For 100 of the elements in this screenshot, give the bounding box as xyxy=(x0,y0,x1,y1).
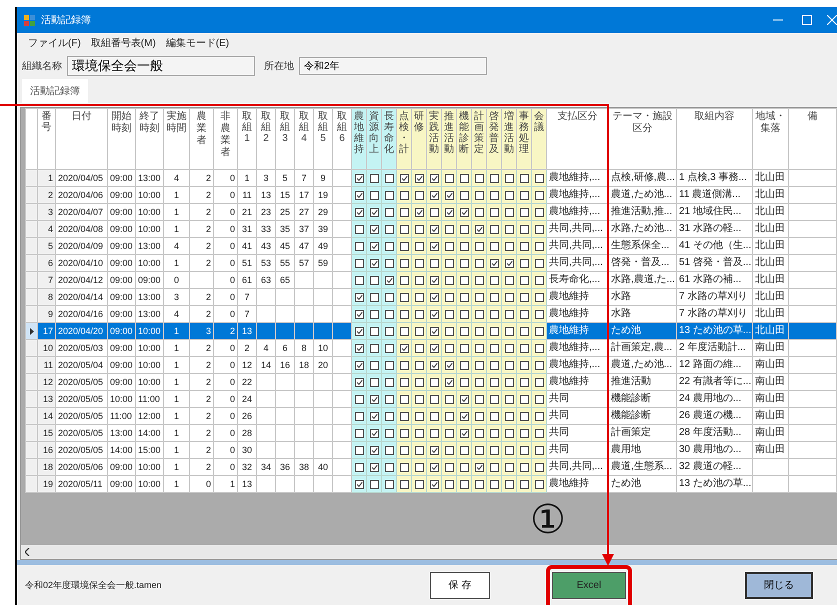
checkbox[interactable] xyxy=(444,463,454,472)
checkbox[interactable] xyxy=(370,327,378,336)
checkbox[interactable] xyxy=(354,208,364,218)
close-window-button[interactable]: 閉じる xyxy=(745,572,813,598)
excel-button[interactable]: Excel xyxy=(552,572,626,598)
checkbox[interactable] xyxy=(430,327,438,336)
checkbox[interactable] xyxy=(384,429,394,438)
checkbox[interactable] xyxy=(460,242,468,252)
checkbox[interactable] xyxy=(414,225,424,234)
checkbox[interactable] xyxy=(430,225,438,234)
checkbox[interactable] xyxy=(504,293,514,302)
checkbox[interactable] xyxy=(460,344,468,354)
checkbox[interactable] xyxy=(354,327,364,336)
checkbox[interactable] xyxy=(444,480,454,490)
checkbox[interactable] xyxy=(354,344,364,354)
checkbox[interactable] xyxy=(354,259,364,268)
checkbox[interactable] xyxy=(414,327,424,336)
checkbox[interactable] xyxy=(430,259,438,268)
checkbox[interactable] xyxy=(490,259,498,268)
checkbox[interactable] xyxy=(430,446,438,456)
checkbox[interactable] xyxy=(354,412,364,422)
checkbox[interactable] xyxy=(534,463,544,472)
row-header[interactable] xyxy=(26,322,38,340)
checkbox[interactable] xyxy=(444,429,454,438)
checkbox[interactable] xyxy=(430,344,438,354)
checkbox[interactable] xyxy=(430,412,438,422)
checkbox[interactable] xyxy=(474,344,484,354)
checkbox[interactable] xyxy=(504,327,514,336)
checkbox[interactable] xyxy=(370,225,378,234)
checkbox[interactable] xyxy=(400,191,408,200)
checkbox[interactable] xyxy=(490,191,498,200)
checkbox[interactable] xyxy=(354,361,364,370)
checkbox[interactable] xyxy=(414,344,424,354)
checkbox[interactable] xyxy=(384,361,394,370)
checkbox[interactable] xyxy=(490,293,498,302)
checkbox[interactable] xyxy=(370,259,378,268)
checkbox[interactable] xyxy=(354,293,364,302)
checkbox[interactable] xyxy=(384,276,394,286)
checkbox[interactable] xyxy=(370,310,378,320)
checkbox[interactable] xyxy=(474,463,484,472)
checkbox[interactable] xyxy=(444,395,454,404)
menu-item[interactable]: 取組番号表(M) xyxy=(86,36,161,50)
checkbox[interactable] xyxy=(370,412,378,422)
checkbox[interactable] xyxy=(474,395,484,404)
checkbox[interactable] xyxy=(430,191,438,200)
checkbox[interactable] xyxy=(414,242,424,252)
checkbox[interactable] xyxy=(370,429,378,438)
checkbox[interactable] xyxy=(520,463,528,472)
checkbox[interactable] xyxy=(534,327,544,336)
checkbox[interactable] xyxy=(490,361,498,370)
checkbox[interactable] xyxy=(354,310,364,320)
checkbox[interactable] xyxy=(504,395,514,404)
checkbox[interactable] xyxy=(504,429,514,438)
checkbox[interactable] xyxy=(474,293,484,302)
checkbox[interactable] xyxy=(370,395,378,404)
checkbox[interactable] xyxy=(444,191,454,200)
checkbox[interactable] xyxy=(370,208,378,218)
checkbox[interactable] xyxy=(414,395,424,404)
checkbox[interactable] xyxy=(384,208,394,218)
checkbox[interactable] xyxy=(370,361,378,370)
checkbox[interactable] xyxy=(414,429,424,438)
checkbox[interactable] xyxy=(520,259,528,268)
checkbox[interactable] xyxy=(460,191,468,200)
checkbox[interactable] xyxy=(354,276,364,286)
organization-field[interactable]: 環境保全会一般 xyxy=(67,56,255,76)
checkbox[interactable] xyxy=(474,446,484,456)
checkbox[interactable] xyxy=(460,463,468,472)
checkbox[interactable] xyxy=(474,276,484,286)
checkbox[interactable] xyxy=(430,361,438,370)
checkbox[interactable] xyxy=(520,344,528,354)
checkbox[interactable] xyxy=(354,242,364,252)
checkbox[interactable] xyxy=(504,361,514,370)
checkbox[interactable] xyxy=(504,242,514,252)
checkbox[interactable] xyxy=(504,412,514,422)
checkbox[interactable] xyxy=(400,412,408,422)
checkbox[interactable] xyxy=(520,293,528,302)
checkbox[interactable] xyxy=(520,480,528,490)
checkbox[interactable] xyxy=(414,293,424,302)
checkbox[interactable] xyxy=(504,463,514,472)
checkbox[interactable] xyxy=(414,378,424,388)
checkbox[interactable] xyxy=(400,429,408,438)
checkbox[interactable] xyxy=(414,276,424,286)
checkbox[interactable] xyxy=(354,378,364,388)
checkbox[interactable] xyxy=(354,191,364,200)
checkbox[interactable] xyxy=(474,378,484,388)
checkbox[interactable] xyxy=(414,174,424,184)
checkbox[interactable] xyxy=(430,395,438,404)
checkbox[interactable] xyxy=(384,480,394,490)
checkbox[interactable] xyxy=(490,327,498,336)
checkbox[interactable] xyxy=(460,310,468,320)
checkbox[interactable] xyxy=(384,463,394,472)
checkbox[interactable] xyxy=(520,225,528,234)
checkbox[interactable] xyxy=(504,259,514,268)
checkbox[interactable] xyxy=(430,242,438,252)
checkbox[interactable] xyxy=(534,310,544,320)
checkbox[interactable] xyxy=(384,225,394,234)
checkbox[interactable] xyxy=(354,463,364,472)
checkbox[interactable] xyxy=(520,174,528,184)
checkbox[interactable] xyxy=(400,378,408,388)
checkbox[interactable] xyxy=(430,276,438,286)
